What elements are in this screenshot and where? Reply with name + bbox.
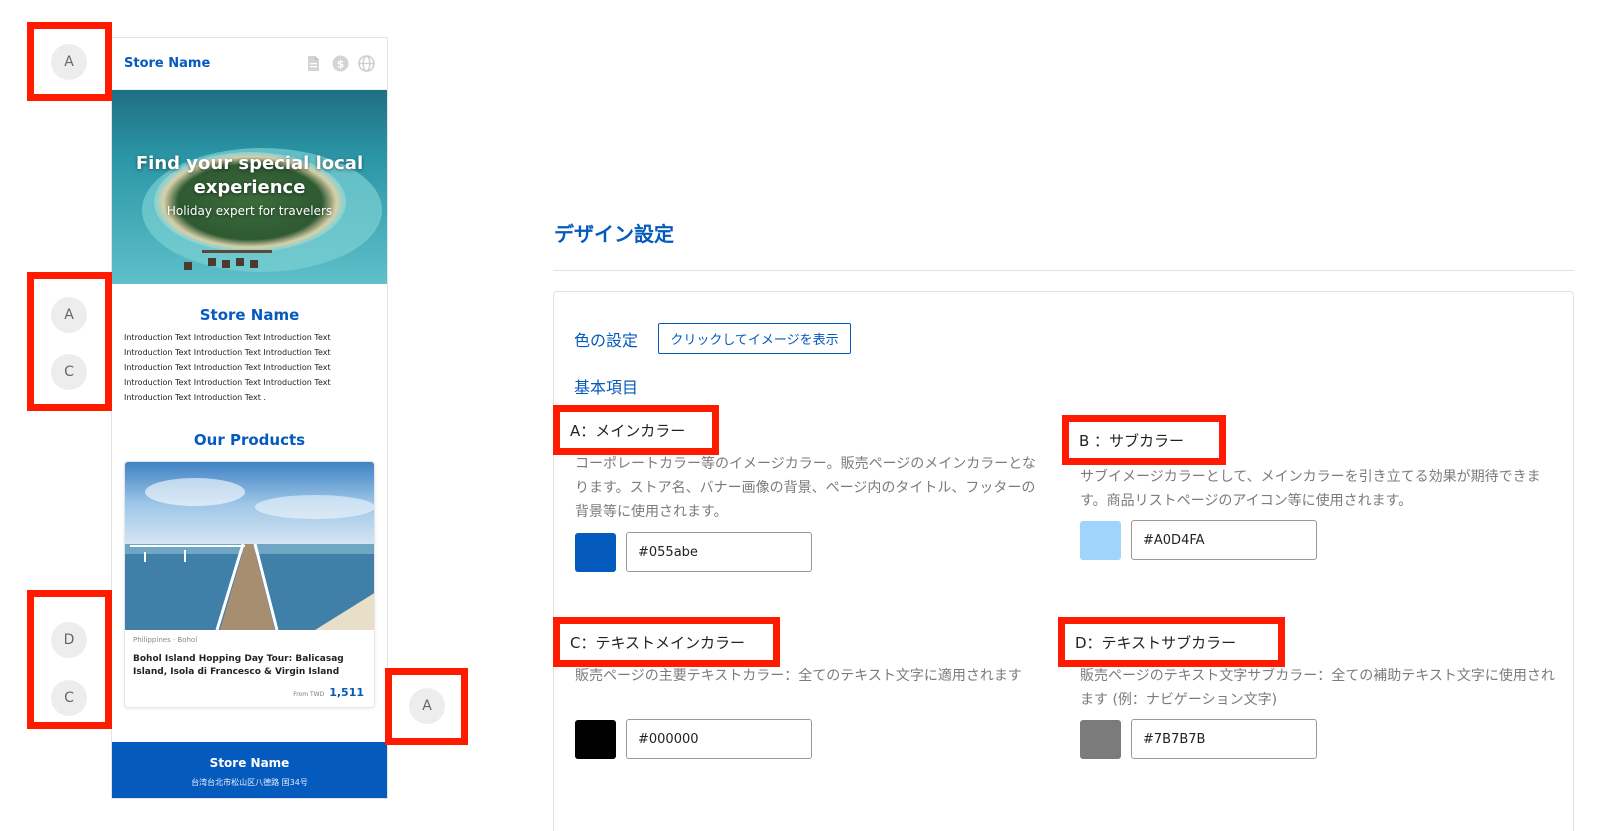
- preview-store-name[interactable]: Store Name: [124, 56, 210, 71]
- color-settings-label: 色の設定: [574, 331, 639, 350]
- main-color-swatch[interactable]: [575, 533, 616, 572]
- text-sub-color-description: 販売ページのテキスト文字サブカラー：全ての補助テキスト文字に使用されます (例：…: [1080, 668, 1555, 708]
- globe-icon[interactable]: [358, 55, 375, 72]
- highlight-box: [27, 272, 112, 411]
- page-title: デザイン設定: [554, 222, 674, 246]
- price-prefix: From TWD: [293, 691, 325, 698]
- main-color-description: コーポレートカラー等のイメージカラー。販売ページのメインカラーとなります。ストア…: [575, 456, 1036, 520]
- sub-color-label: B ：サブカラー: [1062, 415, 1226, 465]
- preview-intro-text: Introduction Text Introduction Text Intr…: [124, 333, 331, 402]
- text-main-color-label: C：テキストメインカラー: [553, 617, 780, 667]
- sub-color-description: サブイメージカラーとして、メインカラーを引き立てる効果が期待できます。商品リスト…: [1080, 469, 1541, 509]
- document-icon[interactable]: [306, 55, 323, 72]
- store-preview: Store Name $ Find your special local exp…: [111, 37, 388, 799]
- text-sub-color-swatch[interactable]: [1080, 720, 1121, 759]
- product-price: From TWD 1,511: [125, 679, 374, 699]
- text-sub-color-input[interactable]: #7B7B7B: [1131, 719, 1317, 759]
- highlight-box: [27, 22, 112, 101]
- hero-subtitle: Holiday expert for travelers: [166, 204, 333, 218]
- highlight-box: [27, 590, 112, 729]
- text-sub-color-label: D：テキストサブカラー: [1058, 617, 1285, 667]
- main-color-label: A：メインカラー: [553, 405, 719, 455]
- dollar-icon[interactable]: $: [332, 55, 349, 72]
- main-color-input[interactable]: #055abe: [626, 532, 812, 572]
- text-main-color-description: 販売ページの主要テキストカラー：全てのテキスト文字に適用されます: [575, 668, 1022, 684]
- text-main-color-input[interactable]: #000000: [626, 719, 812, 759]
- hero-banner: Find your special local experience Holid…: [112, 90, 387, 284]
- product-image: [125, 462, 374, 631]
- divider: [553, 270, 1574, 271]
- hero-title: Find your special local experience: [135, 153, 364, 198]
- svg-text:$: $: [337, 58, 345, 71]
- price-value: 1,511: [329, 686, 364, 699]
- product-card[interactable]: Philippines · Bohol Bohol Island Hopping…: [124, 461, 375, 708]
- highlight-box: [385, 668, 468, 745]
- sub-color-input[interactable]: #A0D4FA: [1131, 520, 1317, 560]
- sub-color-swatch[interactable]: [1080, 521, 1121, 560]
- basic-items-label: 基本項目: [574, 378, 639, 397]
- preview-footer: Store Name 台湾台北市松山区八德路 国34号: [112, 742, 387, 798]
- products-heading: Our Products: [193, 431, 306, 449]
- product-location: Philippines · Bohol: [133, 636, 198, 644]
- preview-header: Store Name $: [112, 38, 387, 90]
- footer-address: 台湾台北市松山区八德路 国34号: [191, 778, 308, 787]
- product-title[interactable]: Bohol Island Hopping Day Tour: Balicasag…: [125, 644, 374, 679]
- footer-store-name: Store Name: [209, 756, 290, 770]
- show-image-button[interactable]: クリックしてイメージを表示: [658, 323, 851, 354]
- text-main-color-swatch[interactable]: [575, 720, 616, 759]
- preview-store-title: Store Name: [199, 306, 300, 324]
